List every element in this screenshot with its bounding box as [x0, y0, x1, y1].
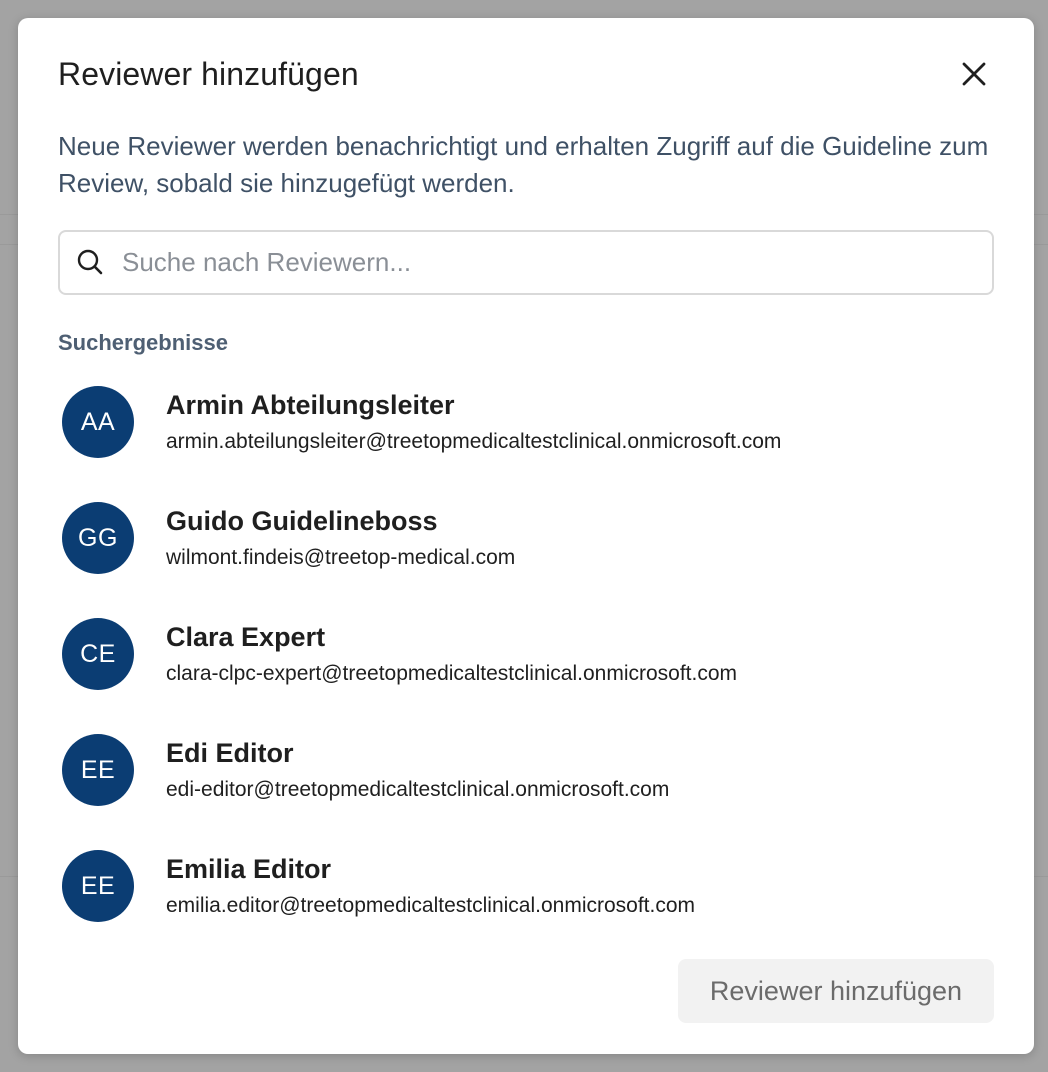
list-item[interactable]: AA Armin Abteilungsleiter armin.abteilun… — [58, 382, 998, 498]
avatar: EE — [62, 850, 134, 922]
list-item[interactable]: CE Clara Expert clara-clpc-expert@treeto… — [58, 614, 998, 730]
reviewer-name: Armin Abteilungsleiter — [166, 390, 455, 420]
avatar: EE — [62, 734, 134, 806]
search-results-list: AA Armin Abteilungsleiter armin.abteilun… — [58, 382, 998, 962]
dialog-title: Reviewer hinzufügen — [58, 56, 359, 92]
reviewer-email: clara-clpc-expert@treetopmedicaltestclin… — [166, 662, 738, 685]
list-item[interactable]: EE Emilia Editor emilia.editor@treetopme… — [58, 846, 998, 962]
add-reviewer-dialog: Reviewer hinzufügen Neue Reviewer werden… — [18, 18, 1034, 1054]
reviewer-email: emilia.editor@treetopmedicaltestclinical… — [166, 894, 696, 917]
reviewer-name: Emilia Editor — [166, 854, 332, 884]
search-field[interactable] — [58, 230, 994, 295]
reviewer-name: Guido Guidelineboss — [166, 506, 438, 536]
reviewer-name: Clara Expert — [166, 622, 326, 652]
reviewer-email: wilmont.findeis@treetop-medical.com — [166, 546, 516, 569]
list-item[interactable]: EE Edi Editor edi-editor@treetopmedicalt… — [58, 730, 998, 846]
reviewer-name: Edi Editor — [166, 738, 294, 768]
dialog-description: Neue Reviewer werden benachrichtigt und … — [58, 131, 989, 198]
search-input[interactable] — [122, 232, 972, 293]
search-icon — [77, 249, 103, 275]
search-results-label: Suchergebnisse — [58, 330, 228, 355]
close-icon — [962, 62, 986, 86]
close-button[interactable] — [954, 54, 994, 94]
reviewer-email: edi-editor@treetopmedicaltestclinical.on… — [166, 778, 670, 801]
avatar: GG — [62, 502, 134, 574]
reviewer-email: armin.abteilungsleiter@treetopmedicaltes… — [166, 430, 782, 453]
list-item[interactable]: GG Guido Guidelineboss wilmont.findeis@t… — [58, 498, 998, 614]
add-reviewer-button[interactable]: Reviewer hinzufügen — [678, 959, 994, 1023]
avatar: AA — [62, 386, 134, 458]
avatar: CE — [62, 618, 134, 690]
